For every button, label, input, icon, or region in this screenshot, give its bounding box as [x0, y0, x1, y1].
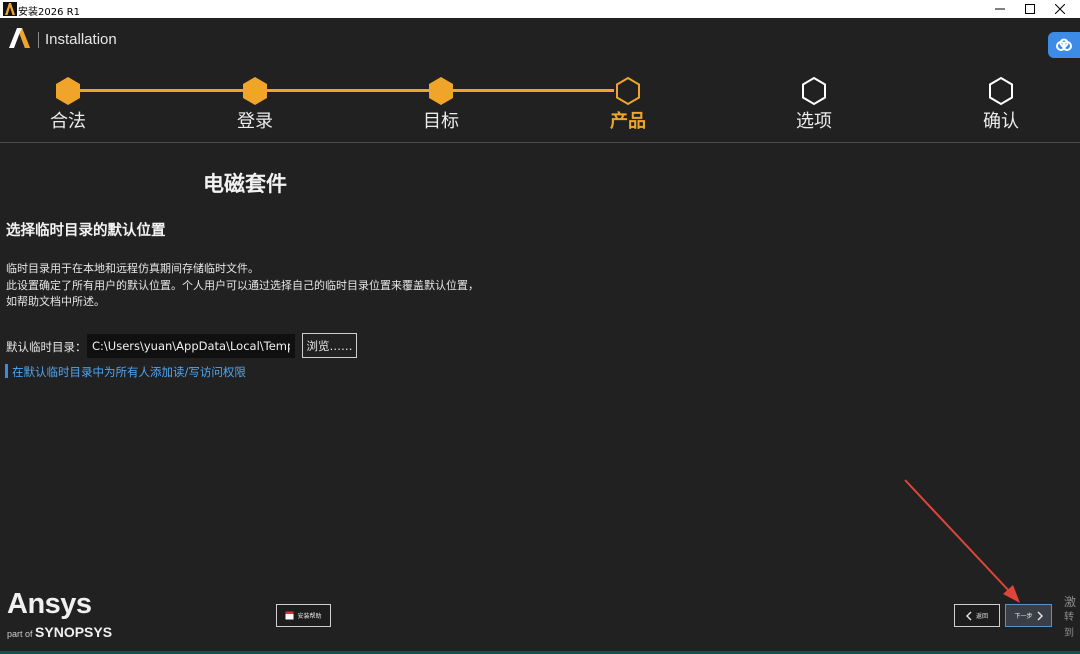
step-login: 登录	[195, 76, 315, 133]
step-label: 登录	[237, 111, 273, 132]
step-label: 产品	[610, 111, 646, 132]
maximize-icon	[1025, 4, 1035, 14]
temp-dir-input[interactable]	[87, 334, 295, 358]
maximize-button[interactable]	[1013, 0, 1047, 18]
window-title: 安装2026 R1	[18, 7, 80, 18]
description-line: 临时目录用于在本地和远程仿真期间存储临时文件。	[6, 262, 259, 275]
step-target: 目标	[381, 76, 501, 133]
part-of-text: part of	[7, 629, 33, 639]
temp-dir-label: 默认临时目录：	[6, 340, 87, 354]
minimize-button[interactable]	[983, 0, 1017, 18]
chevron-left-icon	[965, 611, 972, 620]
hexagon-outline-icon	[989, 76, 1013, 106]
window-title-bar: 安装2026 R1	[0, 0, 1080, 18]
step-options: 选项	[754, 76, 874, 133]
floating-cloud-button[interactable]	[1048, 32, 1080, 58]
help-label: 安装帮助	[297, 613, 322, 620]
hexagon-current-icon	[616, 76, 640, 106]
ansys-logo-icon	[9, 28, 30, 48]
step-label: 选项	[796, 111, 832, 132]
step-confirm: 确认	[941, 76, 1061, 133]
ansys-footer-logo: Ansys	[7, 588, 92, 621]
close-button[interactable]	[1043, 0, 1077, 18]
annotation-arrow	[904, 479, 1020, 603]
hexagon-filled-icon	[56, 77, 80, 105]
step-label: 合法	[50, 111, 86, 132]
ansys-wordmark: Ansys	[7, 588, 92, 620]
step-products: 产品	[568, 76, 688, 133]
help-book-icon	[285, 611, 294, 620]
step-label: 确认	[983, 111, 1019, 132]
add-permission-link[interactable]: 在默认临时目录中为所有人添加读/写访问权限	[12, 364, 246, 380]
next-button[interactable]: 下一步	[1005, 604, 1052, 627]
activation-watermark: 激 转到	[1064, 594, 1080, 642]
browse-button[interactable]: 浏览……	[302, 333, 357, 358]
hexagon-outline-icon	[802, 76, 826, 106]
progress-line	[68, 89, 614, 92]
link-accent-bar	[5, 364, 8, 378]
description-line: 此设置确定了所有用户的默认位置。个人用户可以通过选择自己的临时目录位置来覆盖默认…	[6, 278, 479, 292]
page-heading: 选择临时目录的默认位置	[6, 223, 166, 239]
close-icon	[1055, 4, 1065, 14]
hexagon-filled-icon	[429, 77, 453, 105]
step-label: 目标	[423, 111, 459, 132]
synopsys-wordmark: SYNOPSYS	[35, 624, 113, 640]
next-label: 下一步	[1014, 613, 1033, 620]
back-button[interactable]: 返回	[954, 604, 1000, 627]
install-help-button[interactable]: 安装帮助	[276, 604, 331, 627]
description-line: 如帮助文档中所述。	[6, 295, 105, 308]
description: 临时目录用于在本地和远程仿真期间存储临时文件。 此设置确定了所有用户的默认位置。…	[6, 261, 479, 311]
chevron-right-icon	[1037, 611, 1043, 620]
back-label: 返回	[975, 613, 988, 620]
brand-separator	[38, 32, 39, 48]
step-legal: 合法	[8, 76, 128, 133]
section-title: 电磁套件	[203, 172, 287, 196]
synopsys-tagline: part of SYNOPSYS	[7, 624, 112, 640]
hexagon-filled-icon	[243, 77, 267, 105]
minimize-icon	[995, 8, 1005, 10]
watermark-line: 转到	[1064, 612, 1074, 639]
header-divider	[0, 142, 1080, 143]
brand-title: Installation	[45, 31, 117, 48]
ansys-app-icon	[3, 2, 17, 16]
watermark-line: 激	[1064, 595, 1077, 609]
cloud-icon	[1056, 38, 1072, 51]
